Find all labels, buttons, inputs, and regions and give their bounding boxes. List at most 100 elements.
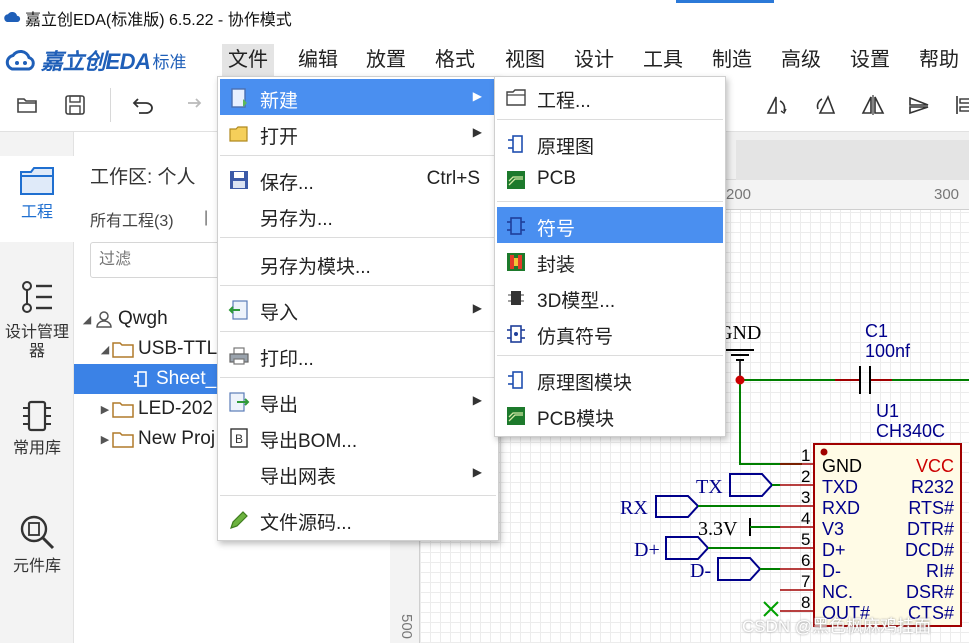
menu-item-label: 文件源码... bbox=[260, 513, 352, 534]
new-symbol[interactable]: 符号 bbox=[497, 207, 723, 243]
rotate-left-icon bbox=[766, 96, 787, 115]
menu-format[interactable]: 格式 bbox=[429, 46, 481, 74]
menu-place[interactable]: 放置 bbox=[360, 46, 412, 74]
file-menu-print[interactable]: 打印... bbox=[220, 337, 496, 373]
rail-common-library[interactable]: 常用库 bbox=[0, 398, 74, 468]
net-port-3v3[interactable]: 3.3V bbox=[698, 518, 780, 540]
menu-view[interactable]: 视图 bbox=[499, 46, 551, 74]
file-menu-export[interactable]: 导出 ▶ bbox=[220, 383, 496, 419]
file-menu-source[interactable]: 文件源码... bbox=[220, 501, 496, 537]
menu-bar: 嘉立创EDA 标准 文件 编辑 放置 格式 视图 设计 工具 制造 高级 设置 … bbox=[0, 36, 969, 80]
rotate-right-button[interactable] bbox=[810, 90, 840, 120]
pin-number: 8 bbox=[801, 593, 810, 612]
menu-edit[interactable]: 编辑 bbox=[292, 46, 344, 74]
menu-separator bbox=[497, 355, 723, 356]
ic-pin-name: TXD bbox=[822, 477, 858, 497]
net-port-dp[interactable]: D+ bbox=[634, 536, 780, 561]
undo-icon bbox=[132, 98, 153, 114]
schematic-module-icon bbox=[508, 371, 523, 389]
new-project[interactable]: 工程... bbox=[497, 79, 723, 115]
flip-vertical-button[interactable] bbox=[904, 90, 934, 120]
file-menu-export-netlist[interactable]: 导出网表 ▶ bbox=[220, 455, 496, 491]
net-port-rx[interactable]: RX bbox=[620, 495, 780, 519]
menu-fabrication[interactable]: 制造 bbox=[706, 46, 758, 74]
menu-item-label: PCB bbox=[537, 168, 577, 189]
file-menu-new[interactable]: 新建 ▶ bbox=[220, 79, 496, 115]
redo-button[interactable] bbox=[176, 90, 206, 120]
menu-help[interactable]: 帮助 bbox=[913, 46, 965, 74]
net-label: 3.3V bbox=[698, 518, 738, 540]
submenu-arrow-icon: ▶ bbox=[472, 89, 482, 103]
file-menu-save-as-module[interactable]: 另存为模块... bbox=[220, 245, 496, 281]
save-button[interactable] bbox=[60, 90, 90, 120]
new-3d-model[interactable]: 3D模型... bbox=[497, 279, 723, 315]
ic-pin-name: D- bbox=[822, 561, 841, 581]
new-sim-symbol[interactable]: 仿真符号 bbox=[497, 315, 723, 351]
capacitor-c1[interactable]: C1 100nf bbox=[835, 321, 911, 394]
file-menu-save-as[interactable]: 另存为... bbox=[220, 197, 496, 233]
net-port-dm[interactable]: D- bbox=[690, 557, 780, 582]
app-logo: 嘉立创EDA 标准 bbox=[4, 44, 186, 76]
rail-label: 常用库 bbox=[12, 440, 61, 457]
new-file-icon bbox=[231, 88, 247, 108]
flip-horizontal-button[interactable] bbox=[858, 90, 888, 120]
ic-pin-name: D+ bbox=[822, 540, 846, 560]
folder-icon bbox=[112, 402, 134, 418]
logo-brand: 嘉立创EDA bbox=[41, 49, 151, 74]
new-schematic[interactable]: 原理图 bbox=[497, 125, 723, 161]
new-footprint[interactable]: 封装 bbox=[497, 243, 723, 279]
menu-item-label: 导出BOM... bbox=[260, 431, 358, 452]
menu-design[interactable]: 设计 bbox=[568, 46, 620, 74]
expand-caret[interactable]: ◢ bbox=[80, 313, 94, 326]
new-schematic-module[interactable]: 原理图模块 bbox=[497, 361, 723, 397]
menu-item-label: 打印... bbox=[260, 349, 314, 370]
tree-label: New Proj bbox=[138, 428, 216, 449]
file-menu-dropdown: 新建 ▶ 打开 ▶ 保存... Ctrl+S 另存为... 另存为模块... 导… bbox=[217, 76, 499, 541]
tree-label: Sheet_ bbox=[156, 368, 217, 389]
open-folder-button[interactable] bbox=[12, 90, 42, 120]
file-menu-save[interactable]: 保存... Ctrl+S bbox=[220, 161, 496, 197]
menu-separator bbox=[497, 201, 723, 202]
menu-item-label: 另存为模块... bbox=[260, 257, 371, 278]
rotate-left-button[interactable] bbox=[762, 90, 792, 120]
flip-vertical-icon bbox=[909, 96, 929, 115]
menu-item-label: 导出 bbox=[260, 395, 299, 416]
tree-label: LED-202 bbox=[138, 398, 213, 419]
pin-number: 1 bbox=[801, 446, 810, 465]
menu-advanced[interactable]: 高级 bbox=[775, 46, 827, 74]
menu-settings[interactable]: 设置 bbox=[844, 46, 896, 74]
undo-button[interactable] bbox=[128, 90, 158, 120]
folder-icon bbox=[20, 167, 54, 195]
net-port-tx[interactable]: TX bbox=[696, 473, 780, 498]
net-label: D- bbox=[690, 560, 711, 582]
net-label: TX bbox=[696, 476, 723, 498]
rail-component-library[interactable]: 元件库 bbox=[0, 512, 74, 582]
rail-label: 设计管理器 bbox=[4, 324, 69, 360]
menu-file[interactable]: 文件 bbox=[222, 44, 274, 76]
expand-caret[interactable]: ▶ bbox=[98, 403, 112, 416]
pcb-icon bbox=[507, 171, 525, 189]
rail-projects[interactable]: 工程 bbox=[0, 156, 74, 242]
menu-item-label: 导出网表 bbox=[260, 467, 337, 488]
workspace-label[interactable]: 工作区: 个人 bbox=[90, 162, 196, 189]
menu-item-label: PCB模块 bbox=[537, 409, 615, 430]
expand-caret[interactable]: ▶ bbox=[98, 433, 112, 446]
align-button[interactable] bbox=[948, 90, 969, 120]
new-pcb-module[interactable]: PCB模块 bbox=[497, 397, 723, 433]
svg-text:B: B bbox=[235, 432, 243, 446]
user-icon bbox=[96, 311, 112, 328]
rail-design-manager[interactable]: 设计管理器 bbox=[0, 278, 74, 368]
file-menu-import[interactable]: 导入 ▶ bbox=[220, 291, 496, 327]
all-projects-tab[interactable]: 所有工程(3) bbox=[90, 207, 174, 231]
menu-tools[interactable]: 工具 bbox=[637, 46, 689, 74]
new-pcb[interactable]: PCB bbox=[497, 161, 723, 197]
cloud-logo-icon bbox=[5, 50, 35, 71]
ic-pin-name: DTR# bbox=[907, 519, 954, 539]
expand-caret[interactable]: ◢ bbox=[98, 343, 112, 356]
menu-item-label: 工程... bbox=[537, 91, 591, 112]
file-menu-export-bom[interactable]: B 导出BOM... bbox=[220, 419, 496, 455]
app-logo-icon bbox=[4, 11, 21, 22]
ic-ch340c[interactable]: GND TXD RXD V3 D+ D- NC. OUT# VCC R232 R… bbox=[813, 443, 962, 627]
file-menu-open[interactable]: 打开 ▶ bbox=[220, 115, 496, 151]
net-label: RX bbox=[620, 497, 648, 519]
